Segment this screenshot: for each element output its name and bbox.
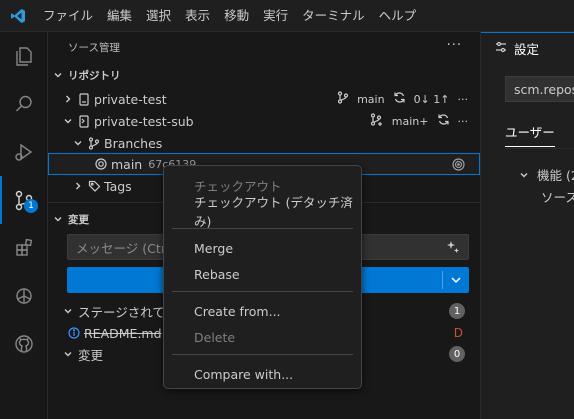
tab-settings[interactable]: 設定	[481, 32, 574, 64]
panel-title: ソース管理	[68, 41, 120, 54]
divider	[505, 148, 574, 149]
repositories-title: リポジトリ	[68, 69, 121, 82]
chevron-down-icon	[62, 348, 74, 360]
repo-row-private-test-sub[interactable]: private-test-sub main+ ···	[48, 110, 480, 132]
repo-row-private-test[interactable]: private-test main 0↓ 1↑ ···	[48, 88, 480, 110]
sparkle-icon[interactable]	[446, 240, 460, 257]
repo-icon	[78, 92, 92, 106]
source-control-label: ソース	[541, 190, 574, 205]
chevron-down-icon	[519, 168, 529, 183]
tag-icon	[88, 180, 104, 192]
menu-bar: ファイル 編集 選択 表示 移動 実行 ターミナル ヘルプ	[36, 0, 423, 32]
panel-header: ソース管理 ···	[48, 32, 480, 62]
branches-label: Branches	[104, 135, 163, 151]
chatgpt-icon[interactable]	[0, 272, 48, 320]
repo-more-icon[interactable]: ···	[458, 115, 469, 128]
vscode-logo-icon	[0, 0, 36, 32]
chevron-right-icon	[72, 180, 84, 192]
branch-context-menu: チェックアウト チェックアウト (デタッチ済み) Merge Rebase Cr…	[163, 165, 362, 389]
staged-count-badge: 1	[449, 303, 465, 319]
chevron-down-icon	[72, 137, 84, 149]
menu-help[interactable]: ヘルプ	[372, 0, 424, 32]
sync-icon[interactable]	[393, 91, 406, 107]
changes-count-badge: 0	[449, 346, 465, 362]
chevron-down-icon	[52, 213, 64, 225]
button-split-divider	[442, 271, 443, 289]
explorer-icon[interactable]	[0, 32, 48, 80]
branch-icon	[88, 136, 104, 150]
sync-status: 0↓ 1↑	[413, 92, 450, 106]
sync-icon[interactable]	[437, 113, 450, 129]
chevron-down-icon	[52, 69, 64, 81]
menu-item-rebase[interactable]: Rebase	[164, 261, 361, 287]
more-actions-icon[interactable]: ···	[447, 38, 462, 53]
tags-label: Tags	[104, 178, 132, 194]
chevron-down-icon	[62, 305, 74, 317]
chevron-right-icon	[62, 93, 74, 105]
branch-item-name: main	[111, 156, 143, 172]
settings-scope-tabs: ユーザーワ	[505, 122, 574, 147]
menu-separator	[172, 228, 353, 229]
source-control-tree-item[interactable]: ソース	[541, 187, 574, 206]
menu-item-delete: Delete	[194, 329, 236, 345]
chevron-down-icon	[62, 115, 74, 127]
target-icon	[95, 158, 111, 170]
repo-more-icon[interactable]: ···	[458, 93, 469, 106]
settings-editor: 設定 scm.reposit ユーザーワ 機能 (2 ソース	[480, 32, 574, 419]
search-icon[interactable]	[0, 80, 48, 128]
staged-file-name: README.md	[84, 325, 162, 341]
menu-separator	[172, 354, 353, 355]
menu-selection[interactable]: 選択	[139, 0, 178, 32]
activity-bar: 1	[0, 32, 48, 419]
repo-status: main+ ···	[370, 110, 468, 132]
repo-icon	[78, 114, 92, 128]
menu-terminal[interactable]: ターミナル	[295, 0, 372, 32]
branch-icon	[337, 91, 349, 107]
menu-item-create-from[interactable]: Create from...	[164, 298, 361, 324]
settings-search-value: scm.reposit	[514, 81, 574, 97]
menu-item-checkout-detached[interactable]: チェックアウト (デタッチ済み)	[164, 195, 361, 229]
menu-run[interactable]: 実行	[256, 0, 295, 32]
menu-separator	[172, 291, 353, 292]
tab-user[interactable]: ユーザー	[505, 125, 555, 147]
chevron-down-icon[interactable]	[449, 273, 463, 290]
source-control-icon[interactable]: 1	[0, 176, 48, 224]
menu-file[interactable]: ファイル	[36, 0, 100, 32]
target-icon	[452, 158, 465, 174]
repo-name: private-test-sub	[94, 113, 194, 129]
changes-label: 変更	[78, 347, 104, 363]
deleted-status: D	[453, 326, 463, 340]
repo-status: main 0↓ 1↑ ···	[337, 88, 468, 110]
run-debug-icon[interactable]	[0, 128, 48, 176]
github-icon[interactable]	[0, 320, 48, 368]
changes-title: 変更	[68, 213, 89, 226]
settings-search-input[interactable]: scm.reposit	[505, 76, 574, 102]
branches-group[interactable]: Branches	[48, 132, 480, 154]
features-tree-item[interactable]: 機能 (2	[519, 165, 574, 184]
title-bar: ファイル 編集 選択 表示 移動 実行 ターミナル ヘルプ	[0, 0, 574, 32]
branch-name[interactable]: main+	[392, 115, 429, 128]
menu-go[interactable]: 移動	[217, 0, 256, 32]
tab-settings-label: 設定	[514, 42, 540, 57]
info-icon	[68, 327, 84, 339]
repo-name: private-test	[94, 91, 167, 107]
features-label: 機能 (2	[536, 168, 574, 183]
menu-item-compare-with[interactable]: Compare with...	[164, 361, 361, 387]
branch-name[interactable]: main	[357, 93, 384, 106]
menu-view[interactable]: 表示	[178, 0, 217, 32]
menu-item-merge[interactable]: Merge	[164, 235, 361, 261]
branch-icon	[370, 113, 384, 129]
commit-message-placeholder: メッセージ (Ctr	[76, 240, 166, 256]
menu-edit[interactable]: 編集	[100, 0, 139, 32]
settings-tab-icon	[495, 41, 507, 56]
repositories-section-header[interactable]: リポジトリ	[48, 64, 480, 86]
extensions-icon[interactable]	[0, 224, 48, 272]
scm-badge: 1	[24, 199, 38, 213]
